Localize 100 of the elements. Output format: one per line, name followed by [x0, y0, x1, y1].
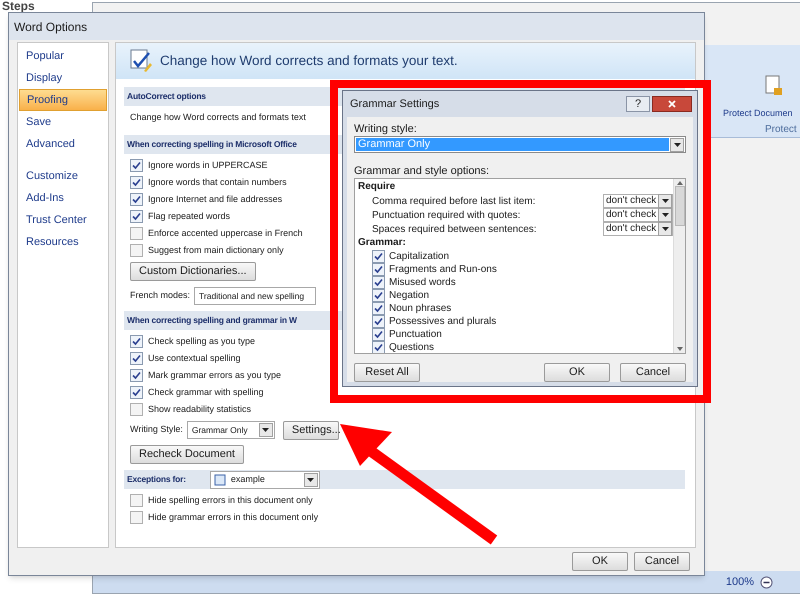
checkbox[interactable]: [130, 335, 143, 348]
button[interactable]: Custom Dictionaries...: [130, 262, 256, 281]
caret-icon: [662, 227, 668, 231]
checkbox-label: Check grammar with spelling: [148, 386, 264, 399]
section-title: Exceptions for:: [127, 473, 186, 486]
checkbox[interactable]: [372, 341, 385, 353]
checkbox[interactable]: [130, 352, 143, 365]
scrollbar-thumb[interactable]: [674, 186, 684, 226]
ribbon-group-label: Protect: [765, 123, 797, 137]
caret-icon: [662, 199, 668, 203]
checkbox-label: Ignore words in UPPERCASE: [148, 158, 268, 172]
sidebar-item[interactable]: Display: [19, 67, 107, 89]
section-title: When correcting spelling and grammar in W: [127, 314, 297, 327]
group-heading: Grammar:: [358, 236, 407, 250]
checkbox[interactable]: [372, 289, 385, 302]
button[interactable]: Cancel: [620, 363, 686, 382]
close-button[interactable]: [652, 96, 692, 112]
button[interactable]: OK: [572, 552, 628, 571]
checkbox[interactable]: [372, 276, 385, 289]
checkbox[interactable]: [372, 328, 385, 341]
checkbox[interactable]: [130, 227, 143, 240]
sidebar-item[interactable]: Save: [19, 111, 107, 133]
dropdown-arrow-button[interactable]: [658, 194, 672, 208]
field-label: Writing Style:: [130, 423, 183, 436]
button[interactable]: Settings...: [282, 420, 339, 440]
sidebar-item[interactable]: Advanced: [19, 133, 107, 155]
checkbox-label: Hide spelling errors in this document only: [148, 494, 313, 507]
dropdown[interactable]: Grammar Only: [186, 421, 275, 439]
checkbox[interactable]: [130, 403, 143, 416]
dropdown[interactable]: Traditional and new spelling: [194, 287, 316, 305]
scrollbar[interactable]: [673, 179, 685, 353]
checkbox[interactable]: [130, 386, 143, 399]
button[interactable]: Cancel: [634, 552, 690, 571]
section-title: AutoCorrect options: [127, 90, 206, 103]
page-heading: Steps: [2, 0, 35, 12]
field-label: French modes:: [130, 289, 190, 302]
checkbox-label: Hide grammar errors in this document only: [148, 510, 318, 524]
sidebar-item[interactable]: Resources: [19, 231, 107, 253]
help-button[interactable]: ?: [626, 96, 650, 112]
checkbox-label: Suggest from main dictionary only: [148, 244, 284, 257]
dropdown-arrow-button[interactable]: [304, 472, 318, 486]
sidebar-item[interactable]: Proofing: [19, 89, 107, 111]
option-label: Spaces required between sentences:: [372, 222, 538, 236]
caret-icon: [262, 428, 270, 432]
document-icon: [214, 474, 226, 486]
checkbox-label: Show readability statistics: [148, 402, 252, 416]
checkbox-label: Flag repeated words: [148, 210, 230, 223]
checkbox[interactable]: [372, 250, 385, 263]
button[interactable]: Reset All: [354, 363, 420, 382]
dropdown-arrow-button[interactable]: [658, 222, 672, 236]
checkbox[interactable]: [130, 511, 143, 524]
dropdown[interactable]: don't check: [603, 208, 673, 222]
ribbon-button[interactable]: Protect Documen: [723, 107, 793, 119]
checkbox-label: Punctuation: [389, 328, 442, 340]
dropdown-arrow-button[interactable]: [258, 423, 273, 437]
dropdown[interactable]: don't check: [603, 194, 673, 208]
checkbox-label: Possessives and plurals: [389, 316, 496, 328]
checkbox-label: Use contextual spelling: [148, 352, 241, 365]
scroll-down-icon: [676, 347, 682, 351]
caret-icon: [662, 213, 668, 217]
checkbox-label: Enforce accented uppercase in French: [148, 226, 303, 240]
checkbox[interactable]: [372, 315, 385, 328]
checkbox-label: Questions: [389, 342, 434, 353]
sidebar-item[interactable]: Customize: [19, 165, 107, 187]
checkbox-label: Noun phrases: [389, 302, 452, 314]
option-label: Punctuation required with quotes:: [372, 208, 522, 222]
caret-icon: [674, 142, 680, 146]
checkbox-label: Fragments and Run-ons: [389, 264, 497, 276]
checkbox-label: Ignore Internet and file addresses: [148, 192, 282, 206]
checkbox[interactable]: [130, 494, 143, 507]
checkbox[interactable]: [130, 210, 143, 223]
banner-title: Change how Word corrects and formats your text.: [160, 52, 458, 70]
option-label: Comma required before last list item:: [372, 194, 536, 208]
description-text: Change how Word corrects and formats text: [129, 111, 306, 124]
dropdown[interactable]: don't check: [603, 222, 673, 236]
checkbox-label: Negation: [389, 290, 430, 302]
sidebar-item[interactable]: Popular: [19, 45, 107, 67]
checkbox[interactable]: [372, 263, 385, 276]
checkbox-label: Capitalization: [389, 250, 450, 262]
field-label: Writing style:: [354, 122, 418, 136]
section-title: When correcting spelling in Microsoft Office: [127, 138, 297, 151]
window-title: Grammar Settings: [350, 96, 440, 112]
dropdown[interactable]: example: [210, 470, 320, 488]
button[interactable]: OK: [544, 363, 610, 382]
dropdown-arrow-button[interactable]: [658, 208, 672, 222]
checkbox[interactable]: [130, 369, 143, 382]
zoom-out-icon: [760, 576, 773, 588]
checkbox[interactable]: [130, 176, 143, 189]
spell-check-icon: [130, 49, 152, 73]
caret-icon: [307, 478, 314, 482]
checkbox[interactable]: [130, 159, 143, 172]
checkbox-label: Misused words: [389, 276, 456, 288]
sidebar-item[interactable]: Add-Ins: [19, 187, 107, 209]
document-lock-icon: [765, 75, 783, 97]
checkbox[interactable]: [130, 244, 143, 257]
checkbox[interactable]: [372, 302, 385, 315]
checkbox[interactable]: [130, 193, 143, 206]
button[interactable]: Recheck Document: [130, 445, 244, 464]
sidebar-item[interactable]: Trust Center: [19, 209, 107, 231]
dropdown-arrow-button[interactable]: [670, 138, 684, 152]
